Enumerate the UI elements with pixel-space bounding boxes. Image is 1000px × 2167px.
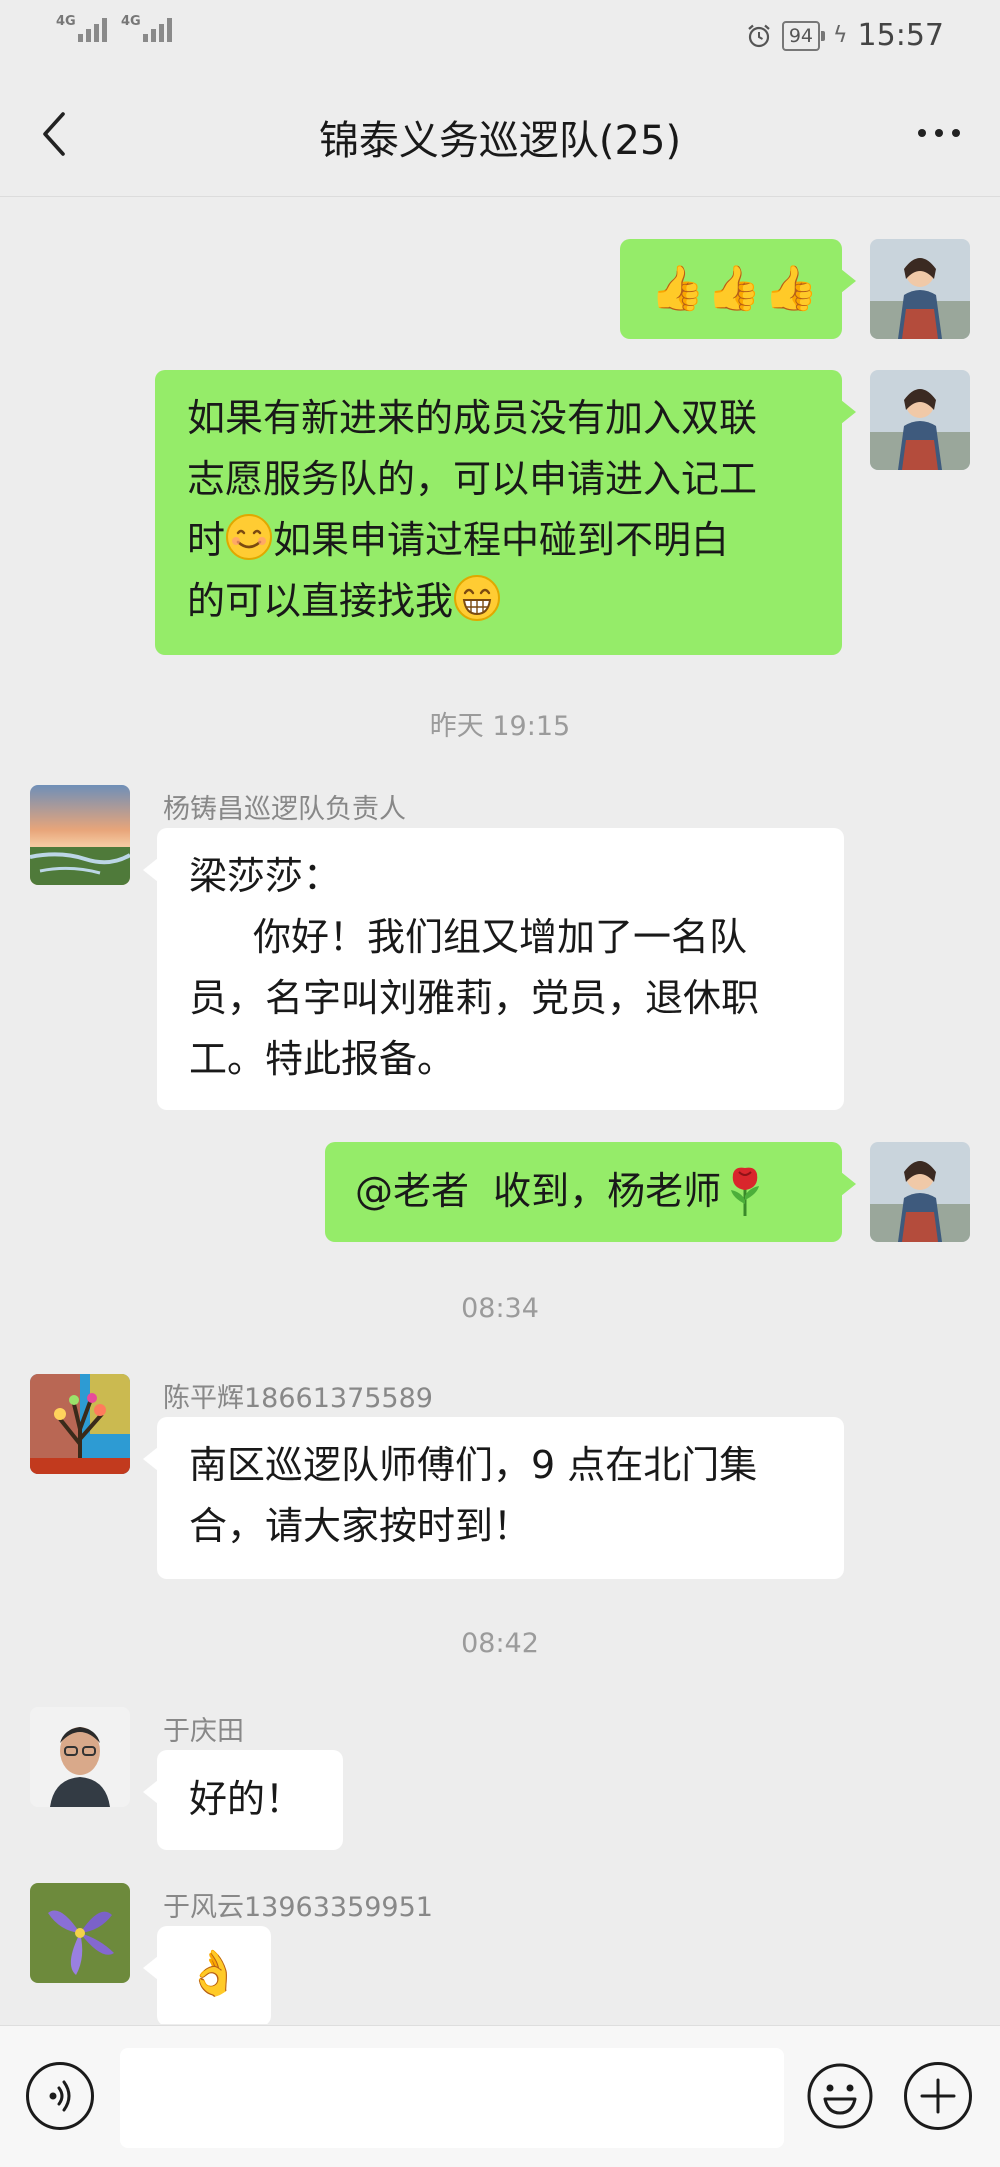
signal-2-icon: 4G bbox=[121, 14, 172, 42]
message-bubble[interactable]: 梁莎莎： 你好！我们组又增加了一名队 员，名字叫刘雅莉，党员，退休职 工。特此报… bbox=[143, 828, 844, 1110]
status-right: 94 ϟ 15:57 bbox=[746, 18, 944, 53]
sender-name: 杨铸昌巡逻队负责人 bbox=[163, 794, 406, 825]
more-button[interactable] bbox=[904, 108, 974, 158]
sender-avatar[interactable] bbox=[30, 785, 130, 885]
battery-level: 94 bbox=[781, 20, 821, 51]
message-text: 梁莎莎： bbox=[189, 854, 342, 898]
grin-emoji-icon bbox=[454, 575, 501, 621]
message-list[interactable]: 👍👍👍 如果有新进来的成员没有加入双联 志愿服务队的，可以申请进入记工 时 如果… bbox=[0, 197, 1000, 2024]
message-text: 的可以直接找我 bbox=[187, 579, 454, 623]
message-text: 如果有新进来的成员没有加入双联 bbox=[187, 396, 758, 440]
timestamp: 昨天 19:15 bbox=[429, 711, 571, 742]
sender-avatar[interactable] bbox=[30, 1883, 130, 1983]
message-bubble[interactable]: 👍👍👍 bbox=[620, 239, 856, 339]
message-text: 你好！我们组又增加了一名队 bbox=[253, 915, 748, 959]
message-bubble[interactable]: 👌 bbox=[143, 1926, 271, 2024]
rose-emoji-icon bbox=[731, 1167, 760, 1216]
message-bubble[interactable]: 如果有新进来的成员没有加入双联 志愿服务队的，可以申请进入记工 时 如果申请过程… bbox=[155, 370, 856, 655]
smile-emoji-icon bbox=[226, 514, 273, 560]
message-bubble[interactable]: 南区巡逻队师傅们，9 点在北门集 合，请大家按时到！ bbox=[143, 1417, 844, 1579]
voice-button[interactable] bbox=[26, 2062, 94, 2130]
message-bubble[interactable]: @老者 收到，杨老师 bbox=[325, 1142, 856, 1242]
message-text-line: 的可以直接找我 bbox=[187, 571, 812, 632]
message-text: 好的！ bbox=[189, 1777, 304, 1821]
message-text: 如果申请过程中碰到不明白 bbox=[273, 518, 730, 562]
timestamp: 08:34 bbox=[461, 1293, 539, 1324]
my-avatar[interactable] bbox=[870, 239, 970, 339]
sender-name: 于庆田 bbox=[163, 1716, 244, 1747]
message-text: 👌 bbox=[186, 1948, 241, 1999]
message-text: 工。特此报备。 bbox=[189, 1037, 456, 1081]
sender-avatar[interactable] bbox=[30, 1374, 130, 1474]
chat-screen: 4G 4G 94 ϟ 15:57 锦泰义务巡逻队(25) 👍👍👍 如果有新进来的… bbox=[0, 0, 1000, 2167]
charging-icon: ϟ bbox=[833, 23, 848, 48]
my-avatar[interactable] bbox=[870, 1142, 970, 1242]
signal-indicators: 4G 4G bbox=[56, 14, 172, 42]
message-text: 员，名字叫刘雅莉，党员，退休职 bbox=[189, 976, 760, 1020]
message-bubble[interactable]: 好的！ bbox=[143, 1750, 343, 1850]
sender-name: 于风云13963359951 bbox=[163, 1892, 433, 1923]
message-text: 👍👍👍 bbox=[650, 263, 821, 314]
input-bar bbox=[0, 2025, 1000, 2167]
voice-icon bbox=[49, 2080, 71, 2112]
plus-button[interactable] bbox=[904, 2062, 972, 2130]
emoji-button[interactable] bbox=[806, 2062, 874, 2130]
message-text-line: 时 如果申请过程中碰到不明白 bbox=[187, 510, 812, 571]
network-type-label: 4G bbox=[56, 14, 76, 29]
message-text: 南区巡逻队师傅们，9 点在北门集 bbox=[189, 1443, 758, 1487]
more-dots-icon bbox=[918, 129, 926, 137]
plus-icon bbox=[920, 2078, 956, 2114]
clock-time: 15:57 bbox=[857, 18, 944, 53]
message-text: 时 bbox=[187, 518, 226, 562]
message-input[interactable] bbox=[120, 2048, 784, 2148]
timestamp: 08:42 bbox=[461, 1628, 539, 1659]
network-type-label: 4G bbox=[121, 14, 141, 29]
signal-1-icon: 4G bbox=[56, 14, 107, 42]
alarm-icon bbox=[748, 24, 770, 47]
message-text: 志愿服务队的，可以申请进入记工 bbox=[187, 457, 758, 501]
chat-title: 锦泰义务巡逻队(25) bbox=[318, 118, 682, 164]
sender-avatar[interactable] bbox=[30, 1707, 130, 1807]
status-bar: 4G 4G 94 ϟ 15:57 bbox=[0, 0, 1000, 72]
sender-name: 陈平辉18661375589 bbox=[163, 1383, 433, 1414]
my-avatar[interactable] bbox=[870, 370, 970, 470]
battery-icon: 94 bbox=[781, 20, 826, 51]
message-text: 合，请大家按时到！ bbox=[189, 1504, 532, 1548]
nav-bar: 锦泰义务巡逻队(25) bbox=[0, 72, 1000, 197]
message-text: @老者 收到，杨老师 bbox=[355, 1169, 722, 1213]
